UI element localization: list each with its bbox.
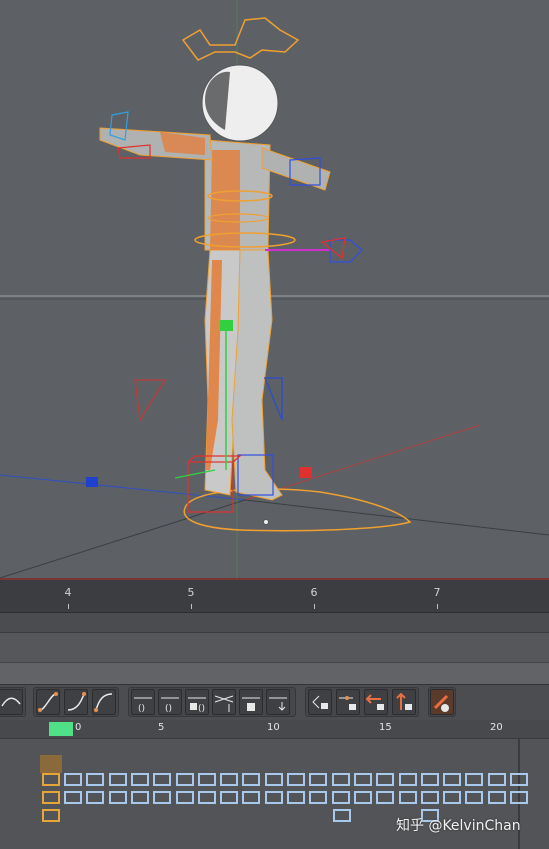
lock-tool-group [305, 687, 419, 717]
tangent-spline-icon[interactable] [36, 689, 60, 715]
ruler-label-6: 6 [310, 586, 318, 599]
keyframe[interactable] [309, 791, 328, 804]
keyframe[interactable] [398, 773, 417, 786]
tangent-ease-in-icon[interactable] [64, 689, 88, 715]
keyframe[interactable] [86, 773, 105, 786]
keyframe[interactable] [443, 791, 462, 804]
keyframe[interactable] [130, 773, 149, 786]
key-weight-lock-icon[interactable] [239, 689, 263, 715]
keyframe[interactable] [175, 791, 194, 804]
keyframe[interactable] [420, 791, 439, 804]
timeline-header[interactable]: 0 5 10 15 20 [0, 720, 549, 739]
keyframe[interactable] [398, 791, 417, 804]
keyframe[interactable] [353, 773, 372, 786]
svg-text:(): () [138, 704, 145, 714]
key-weight-icon[interactable]: () [185, 689, 209, 715]
3d-viewport[interactable] [0, 0, 549, 578]
watermark: 知乎 @KelvinChan [396, 818, 521, 834]
keyframe[interactable] [465, 791, 484, 804]
auto-tangent-icon[interactable] [430, 689, 454, 715]
keyframe[interactable] [108, 791, 127, 804]
keyframe[interactable] [264, 791, 283, 804]
lock-time-icon[interactable] [364, 689, 388, 715]
keyframe[interactable] [465, 773, 484, 786]
keyframe[interactable] [333, 809, 351, 822]
root-controller[interactable] [183, 488, 412, 532]
lock-key-icon[interactable] [336, 689, 360, 715]
key-flatten-icon[interactable] [266, 689, 290, 715]
keyframe[interactable] [86, 791, 105, 804]
head-rotation-controller[interactable] [181, 17, 300, 61]
svg-text:(): () [198, 704, 205, 714]
frame-label-5: 5 [158, 722, 165, 733]
time-ruler[interactable]: 4 5 6 7 [0, 578, 549, 612]
keyframe[interactable] [376, 773, 395, 786]
keyframe[interactable] [242, 791, 261, 804]
keyframe[interactable] [220, 791, 239, 804]
keyframe[interactable] [331, 791, 350, 804]
keyframe[interactable] [42, 809, 60, 822]
keyframe[interactable] [197, 791, 216, 804]
lock-tangent-icon[interactable] [308, 689, 332, 715]
keyframe[interactable] [130, 791, 149, 804]
key-lock-icon[interactable] [212, 689, 236, 715]
keyframe[interactable] [42, 773, 60, 786]
move-y-handle[interactable] [220, 320, 233, 331]
ruler-label-7: 7 [433, 586, 441, 599]
keyframe[interactable] [64, 791, 82, 804]
key-break-icon[interactable]: () [131, 689, 155, 715]
keyframe[interactable] [64, 773, 82, 786]
panel-strip [0, 662, 549, 685]
frame-label-0: 0 [75, 722, 82, 733]
frame-label-20: 20 [490, 722, 503, 733]
left-knee-pole[interactable] [134, 379, 167, 423]
frame-label-10: 10 [267, 722, 280, 733]
tangent-tool-group [33, 687, 119, 717]
playhead[interactable] [49, 722, 73, 736]
tangent-ease-out-icon[interactable] [92, 689, 116, 715]
keyframe[interactable] [331, 773, 350, 786]
keyframe[interactable] [287, 773, 305, 786]
move-z-handle[interactable] [300, 467, 312, 478]
panel-strip [0, 632, 549, 663]
extra-tool-group [428, 687, 456, 717]
keyframe[interactable] [353, 791, 372, 804]
keyframe[interactable] [197, 773, 216, 786]
ruler-label-5: 5 [187, 586, 195, 599]
curve-ease-icon[interactable] [0, 689, 23, 715]
ruler-label-4: 4 [64, 586, 72, 599]
viewport-scene [0, 0, 549, 578]
keyframe[interactable] [42, 791, 60, 804]
key-unify-icon[interactable]: () [158, 689, 182, 715]
lock-value-icon[interactable] [392, 689, 416, 715]
key-tool-group: () () () [128, 687, 296, 717]
keyframe[interactable] [487, 791, 506, 804]
keyframe[interactable] [264, 773, 283, 786]
frame-label-15: 15 [379, 722, 392, 733]
keyframe[interactable] [153, 791, 172, 804]
keyframe[interactable] [242, 773, 261, 786]
keyframe[interactable] [510, 791, 528, 804]
keyframe[interactable] [420, 773, 439, 786]
keyframe[interactable] [510, 773, 528, 786]
keyframe[interactable] [108, 773, 127, 786]
keyframe[interactable] [220, 773, 239, 786]
keyframe[interactable] [376, 791, 395, 804]
keyframe[interactable] [487, 773, 506, 786]
timeline-toolbar: () () () [0, 684, 549, 721]
current-frame-highlight [40, 755, 62, 773]
keyframe[interactable] [309, 773, 328, 786]
svg-text:(): () [165, 704, 172, 714]
right-leg [231, 249, 283, 501]
keyframe[interactable] [443, 773, 462, 786]
move-x-handle[interactable] [86, 477, 98, 487]
keyframe[interactable] [287, 791, 305, 804]
panel-strip [0, 612, 549, 633]
keyframe[interactable] [175, 773, 194, 786]
right-knee-pole[interactable] [263, 377, 283, 421]
keyframe[interactable] [153, 773, 172, 786]
curve-tool-group [0, 687, 26, 717]
